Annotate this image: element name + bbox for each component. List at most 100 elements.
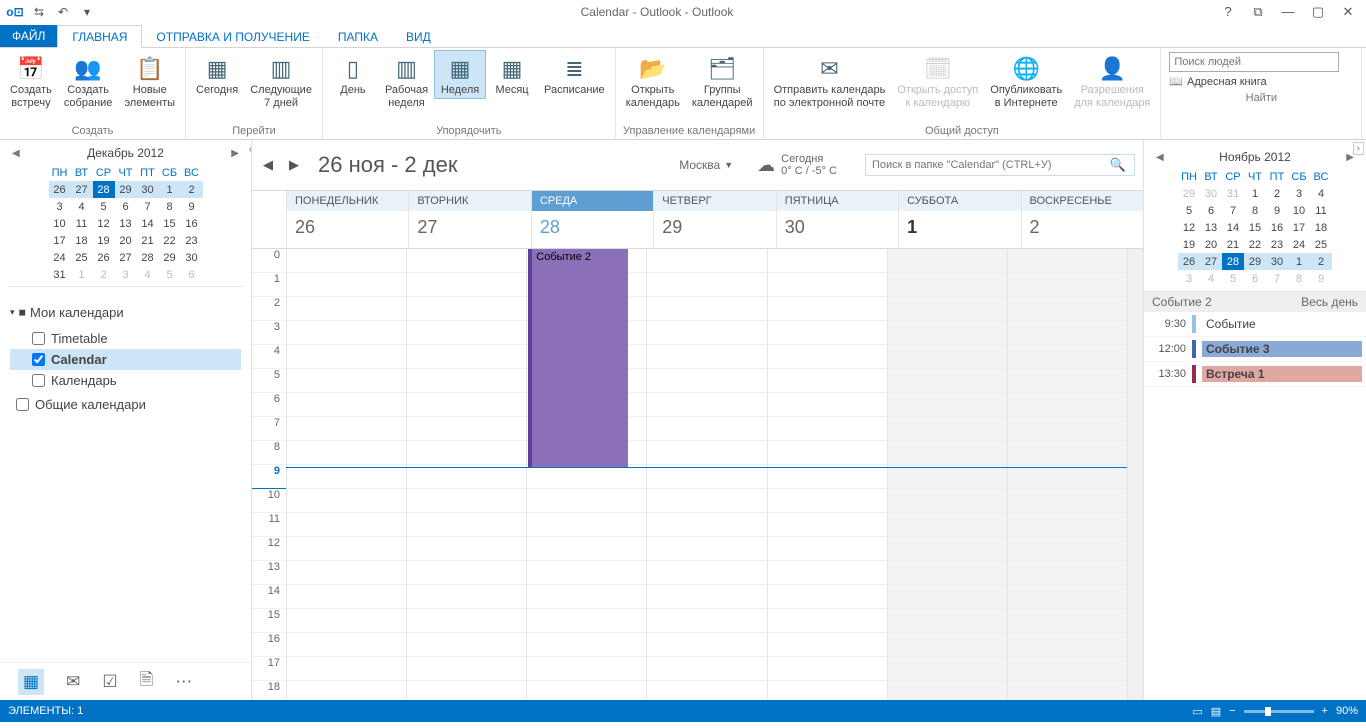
cal-day[interactable]: 10 [1288,202,1310,219]
search-people-input[interactable] [1169,52,1339,72]
cal-day[interactable]: 2 [1266,185,1288,202]
cal-day[interactable]: 30 [1266,253,1288,270]
cal-day[interactable]: 9 [181,198,203,215]
cal-day[interactable]: 6 [115,198,137,215]
cal-day[interactable]: 31 [49,266,71,283]
day-column-header[interactable]: СРЕДА28 [531,191,653,248]
day-column[interactable] [406,249,526,700]
calendar-groups-button[interactable]: 🗂Группы календарей [686,50,759,112]
cal-day[interactable]: 2 [1310,253,1332,270]
day-view-button[interactable]: ▯День [327,50,379,99]
cal-day[interactable]: 2 [181,181,203,198]
cal-day[interactable]: 29 [1178,185,1200,202]
nav-more-icon[interactable]: ⋯ [175,672,192,692]
view-normal-icon[interactable]: ▭ [1192,705,1202,718]
cal-day[interactable]: 28 [1222,253,1244,270]
month-view-button[interactable]: ▦Месяц [486,50,538,99]
cal-day[interactable]: 16 [1266,219,1288,236]
new-meeting-button[interactable]: 👥Создать собрание [58,50,119,112]
cal-day[interactable]: 20 [115,232,137,249]
day-column[interactable] [286,249,406,700]
tab-home[interactable]: ГЛАВНАЯ [57,25,142,48]
cal-day[interactable]: 31 [1222,185,1244,202]
cal-day[interactable]: 29 [159,249,181,266]
cal-day[interactable]: 30 [1200,185,1222,202]
cal-day[interactable]: 1 [71,266,93,283]
cal-day[interactable]: 6 [1200,202,1222,219]
new-appointment-button[interactable]: 📅Создать встречу [4,50,58,112]
weather-widget[interactable]: ☁ Сегодня0° C / -5° C [757,153,837,177]
cal-day[interactable]: 3 [1178,270,1200,287]
calendar-checkbox[interactable] [32,332,45,345]
cal-day[interactable]: 7 [1222,202,1244,219]
calendar-search-input[interactable] [866,159,1102,171]
workweek-view-button[interactable]: ▥Рабочая неделя [379,50,434,112]
cal-day[interactable]: 4 [71,198,93,215]
tab-folder[interactable]: ПАПКА [324,26,392,47]
cal-day[interactable]: 4 [137,266,159,283]
open-calendar-button[interactable]: 📂Открыть календарь [620,50,686,112]
qat-customize-icon[interactable]: ▾ [78,3,96,21]
shared-cals-checkbox[interactable] [16,398,29,411]
cal-day[interactable]: 3 [115,266,137,283]
calendar-list-item[interactable]: Timetable [10,328,241,349]
cal-day[interactable]: 14 [137,215,159,232]
day-column-header[interactable]: ПЯТНИЦА30 [776,191,898,248]
cal-day[interactable]: 24 [1288,236,1310,253]
nav-tasks-icon[interactable]: ☑ [102,672,117,692]
day-column-header[interactable]: ПОНЕДЕЛЬНИК26 [286,191,408,248]
close-icon[interactable]: ✕ [1338,4,1358,20]
zoom-slider[interactable] [1244,710,1314,713]
calendar-list-item[interactable]: Calendar [10,349,241,370]
cal-day[interactable]: 5 [93,198,115,215]
zoom-in-icon[interactable]: + [1322,705,1328,717]
calendar-search[interactable]: 🔍 [865,154,1135,176]
cal-day[interactable]: 10 [49,215,71,232]
cal-day[interactable]: 12 [1178,219,1200,236]
today-button[interactable]: ▦Сегодня [190,50,244,99]
cal-day[interactable]: 22 [1244,236,1266,253]
cal-day[interactable]: 1 [1288,253,1310,270]
day-column-header[interactable]: ЧЕТВЕРГ29 [653,191,775,248]
cal-day[interactable]: 4 [1200,270,1222,287]
search-icon[interactable]: 🔍 [1102,157,1134,173]
cal-day[interactable]: 11 [1310,202,1332,219]
cal-day[interactable]: 25 [1310,236,1332,253]
help-icon[interactable]: ? [1218,4,1238,20]
tab-file[interactable]: ФАЙЛ [0,25,57,47]
nav-calendar-icon[interactable]: ▦ [18,669,44,695]
cal-day[interactable]: 19 [1178,236,1200,253]
cal-day[interactable]: 4 [1310,185,1332,202]
vertical-scrollbar[interactable] [1127,249,1143,700]
email-calendar-button[interactable]: ✉Отправить календарь по электронной почт… [768,50,892,112]
agenda-allday-row[interactable]: Событие 2 Весь день [1144,292,1366,312]
cal-day[interactable]: 11 [71,215,93,232]
cal-day[interactable]: 23 [1266,236,1288,253]
cal-day[interactable]: 17 [49,232,71,249]
day-column-header[interactable]: ВОСКРЕСЕНЬЕ2 [1021,191,1143,248]
cal-day[interactable]: 23 [181,232,203,249]
week-view-button[interactable]: ▦Неделя [434,50,486,99]
cal-day[interactable]: 17 [1288,219,1310,236]
next-week-icon[interactable]: ▶ [286,157,302,173]
schedule-view-button[interactable]: ≣Расписание [538,50,611,99]
my-calendars-header[interactable]: ▾◼Мои календари [10,305,241,320]
cal-day[interactable]: 14 [1222,219,1244,236]
tab-view[interactable]: ВИД [392,26,445,47]
address-book-button[interactable]: 📖Адресная книга [1169,75,1353,88]
cal-day[interactable]: 5 [1222,270,1244,287]
cal-day[interactable]: 15 [159,215,181,232]
new-items-button[interactable]: 📋Новые элементы [118,50,181,112]
cal-day[interactable]: 8 [1288,270,1310,287]
day-column-header[interactable]: СУББОТА1 [898,191,1020,248]
cal-day[interactable]: 27 [1200,253,1222,270]
view-list-icon[interactable]: ▤ [1211,705,1221,718]
cal-day[interactable]: 2 [93,266,115,283]
left-mini-calendar[interactable]: ◀ Декабрь 2012 ▶ ПНВТСРЧТПТСБВС262728293… [0,140,251,291]
cal-day[interactable]: 5 [159,266,181,283]
agenda-row[interactable]: 13:30Встреча 1 [1144,362,1366,387]
cal-day[interactable]: 6 [1244,270,1266,287]
cal-day[interactable]: 30 [137,181,159,198]
cal-day[interactable]: 19 [93,232,115,249]
share-calendar-button[interactable]: 🗓Открыть доступ к календарю [891,50,984,112]
